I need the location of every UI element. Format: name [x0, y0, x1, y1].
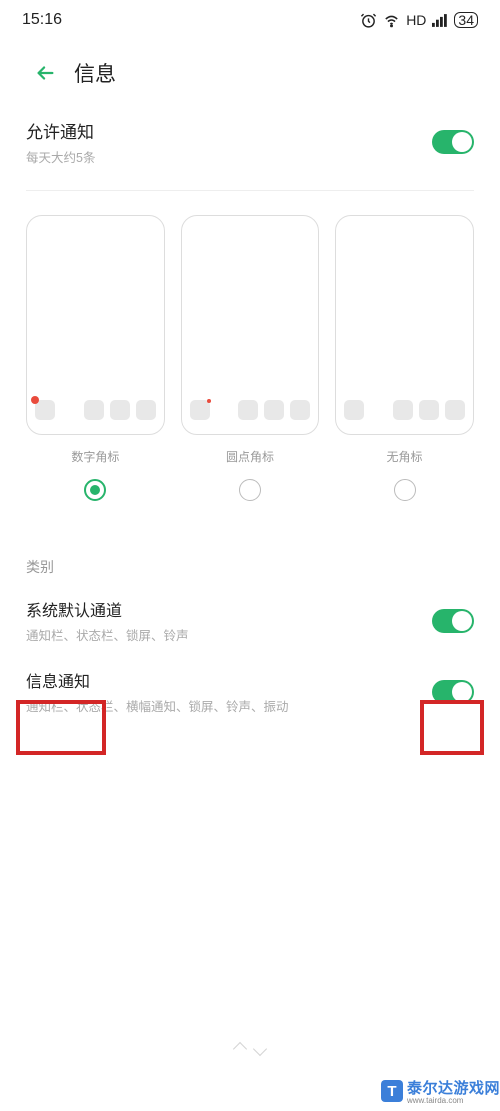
phone-mock-icon: [335, 215, 474, 435]
channel-sub: 通知栏、状态栏、横幅通知、锁屏、铃声、振动: [26, 696, 289, 715]
status-hd: HD: [406, 12, 426, 28]
watermark: T 泰尔达游戏网 www.tairda.com: [381, 1077, 500, 1105]
category-label: 类别: [0, 509, 500, 585]
channel-toggle[interactable]: [432, 609, 474, 633]
allow-toggle[interactable]: [432, 130, 474, 154]
preview-dot-badge[interactable]: 圆点角标: [181, 215, 320, 501]
channel-title: 系统默认通道: [26, 597, 189, 621]
back-icon[interactable]: [34, 62, 56, 84]
preview-no-badge[interactable]: 无角标: [335, 215, 474, 501]
channel-system-default[interactable]: 系统默认通道 通知栏、状态栏、锁屏、铃声: [0, 585, 500, 656]
radio[interactable]: [394, 479, 416, 501]
allow-notification-row: 允许通知 每天大约5条: [0, 96, 500, 180]
watermark-logo-icon: T: [381, 1080, 403, 1102]
phone-mock-icon: [181, 215, 320, 435]
preview-label: 圆点角标: [226, 448, 274, 465]
battery-badge: 34: [454, 12, 478, 28]
alarm-icon: [360, 12, 377, 29]
header: 信息: [0, 40, 500, 96]
allow-sub: 每天大约5条: [26, 147, 95, 166]
preview-label: 无角标: [387, 448, 423, 465]
channel-message-notification[interactable]: 信息通知 通知栏、状态栏、横幅通知、锁屏、铃声、振动: [0, 656, 500, 727]
status-time: 15:16: [22, 11, 62, 29]
page-title: 信息: [74, 58, 116, 88]
preview-label: 数字角标: [71, 448, 119, 465]
allow-title: 允许通知: [26, 118, 95, 143]
watermark-text: 泰尔达游戏网: [407, 1077, 500, 1098]
status-bar: 15:16 HD 34: [0, 0, 500, 40]
channel-toggle[interactable]: [432, 680, 474, 704]
wifi-icon: [383, 12, 400, 29]
radio-selected[interactable]: [84, 479, 106, 501]
status-right: HD 34: [360, 12, 478, 29]
phone-mock-icon: [26, 215, 165, 435]
badge-preview-row: 数字角标 圆点角标 无角标: [0, 191, 500, 509]
channel-title: 信息通知: [26, 668, 289, 692]
channel-sub: 通知栏、状态栏、锁屏、铃声: [26, 625, 189, 644]
radio[interactable]: [239, 479, 261, 501]
signal-icon: [432, 13, 448, 28]
nav-indicator-icon: [235, 1043, 265, 1055]
preview-number-badge[interactable]: 数字角标: [26, 215, 165, 501]
